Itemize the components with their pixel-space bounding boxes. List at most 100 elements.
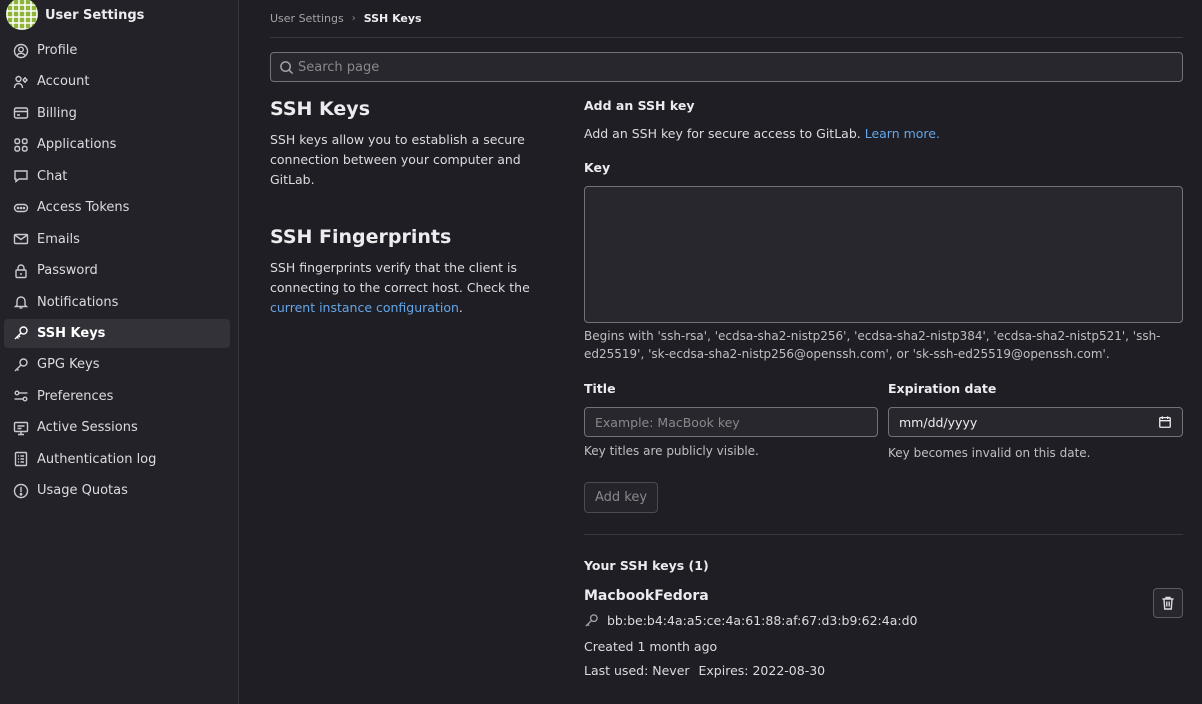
title-expiration-row: Title Example: MacBook key Key titles ar… (584, 381, 1183, 462)
add-key-column: Add an SSH key Add an SSH key for secure… (584, 98, 1183, 678)
log-icon (13, 451, 29, 467)
fingerprints-text-end: . (458, 300, 463, 315)
main-content: User Settings › SSH Keys SSH Keys SSH ke… (270, 0, 1183, 678)
intro-column: SSH Keys SSH keys allow you to establish… (270, 98, 530, 318)
title-help-text: Key titles are publicly visible. (584, 444, 759, 458)
search-input[interactable] (298, 59, 1098, 75)
key-usage-row: Last used: Never Expires: 2022-08-30 (584, 663, 1183, 678)
monitor-icon (13, 420, 29, 436)
key-expires: Expires: 2022-08-30 (698, 663, 826, 678)
key-textarea[interactable] (584, 186, 1183, 323)
sidebar-item-label: Active Sessions (37, 420, 138, 436)
fingerprints-block: SSH Fingerprints SSH fingerprints verify… (270, 226, 530, 318)
ssh-fingerprints-description: SSH fingerprints verify that the client … (270, 258, 530, 318)
add-key-description: Add an SSH key for secure access to GitL… (584, 126, 1183, 141)
trash-icon (1162, 596, 1174, 610)
sidebar-item-billing[interactable]: Billing (4, 99, 230, 128)
key-last-used: Last used: Never (584, 663, 690, 678)
breadcrumb-parent-link[interactable]: User Settings (270, 12, 344, 25)
sidebar-item-label: SSH Keys (37, 325, 106, 341)
profile-icon (13, 43, 29, 59)
key-fingerprint: bb:be:b4:4a:a5:ce:4a:61:88:af:67:d3:b9:6… (607, 613, 918, 628)
applications-icon (13, 137, 29, 153)
chevron-right-icon: › (351, 13, 356, 24)
key-icon (13, 357, 29, 373)
sidebar-item-emails[interactable]: Emails (4, 225, 230, 254)
title-input[interactable]: Example: MacBook key (584, 407, 878, 437)
sidebar-item-label: Password (37, 263, 98, 279)
sidebar-item-gpg-keys[interactable]: GPG Keys (4, 350, 230, 379)
add-key-button[interactable]: Add key (584, 482, 659, 513)
calendar-icon[interactable] (1158, 415, 1172, 429)
instance-configuration-link[interactable]: current instance configuration (270, 300, 459, 315)
key-title[interactable]: MacbookFedora (584, 588, 1183, 604)
account-icon (13, 74, 29, 90)
token-icon (13, 200, 29, 216)
divider (584, 534, 1183, 535)
quota-icon (13, 483, 29, 499)
key-icon (13, 325, 29, 341)
sidebar-item-ssh-keys[interactable]: SSH Keys (4, 318, 230, 348)
sidebar-title: User Settings (45, 7, 145, 23)
key-label: Key (584, 160, 611, 175)
ssh-keys-title: SSH Keys (270, 98, 371, 120)
sidebar-item-account[interactable]: Account (4, 67, 230, 96)
sidebar-item-preferences[interactable]: Preferences (4, 382, 230, 411)
expiration-group: Expiration date mm/dd/yyyy Key becomes i… (888, 381, 1183, 462)
expiration-date-input[interactable]: mm/dd/yyyy (888, 407, 1183, 437)
sidebar-item-applications[interactable]: Applications (4, 130, 230, 159)
expiration-help-text: Key becomes invalid on this date. (888, 446, 1091, 460)
settings-sidebar: User Settings Profile Account Billing Ap… (0, 0, 239, 704)
sidebar-item-label: Authentication log (37, 451, 157, 467)
your-keys-heading: Your SSH keys (1) (584, 558, 709, 573)
ssh-keys-description: SSH keys allow you to establish a secure… (270, 132, 525, 187)
add-key-desc-text: Add an SSH key for secure access to GitL… (584, 126, 865, 141)
sidebar-item-authentication-log[interactable]: Authentication log (4, 445, 230, 474)
sidebar-item-label: Account (37, 74, 90, 90)
sidebar-item-label: Usage Quotas (37, 483, 128, 499)
search-icon (280, 60, 294, 74)
expiration-label: Expiration date (888, 381, 997, 396)
sidebar-header: User Settings (0, 0, 238, 30)
mail-icon (13, 231, 29, 247)
key-created: Created 1 month ago (584, 639, 718, 654)
search-box[interactable] (270, 52, 1183, 82)
sidebar-item-label: Access Tokens (37, 200, 130, 216)
key-icon (585, 614, 598, 627)
sidebar-item-label: Emails (37, 231, 80, 247)
sidebar-item-notifications[interactable]: Notifications (4, 288, 230, 317)
key-help-text: Begins with 'ssh-rsa', 'ecdsa-sha2-nistp… (584, 329, 1161, 361)
sidebar-item-label: GPG Keys (37, 357, 100, 373)
sidebar-item-label: Applications (37, 137, 117, 153)
sidebar-item-label: Chat (37, 168, 68, 184)
ssh-key-item: MacbookFedora bb:be:b4:4a:a5:ce:4a:61:88… (584, 588, 1183, 678)
title-label: Title (584, 381, 616, 396)
sidebar-item-chat[interactable]: Chat (4, 162, 230, 191)
sidebar-item-label: Profile (37, 43, 78, 58)
breadcrumb: User Settings › SSH Keys (270, 0, 1183, 38)
bell-icon (13, 294, 29, 310)
preferences-icon (13, 388, 29, 404)
delete-key-button[interactable] (1153, 588, 1183, 618)
learn-more-link[interactable]: Learn more. (865, 126, 940, 141)
lock-icon (13, 263, 29, 279)
sidebar-nav: Profile Account Billing Applications Cha… (0, 36, 238, 505)
chat-icon (13, 168, 29, 184)
title-group: Title Example: MacBook key Key titles ar… (584, 381, 878, 462)
sidebar-item-password[interactable]: Password (4, 256, 230, 285)
expiration-date-value: mm/dd/yyyy (899, 414, 978, 430)
sidebar-item-label: Preferences (37, 388, 114, 404)
avatar[interactable] (6, 0, 38, 30)
key-fingerprint-row: bb:be:b4:4a:a5:ce:4a:61:88:af:67:d3:b9:6… (584, 613, 1183, 628)
ssh-fingerprints-title: SSH Fingerprints (270, 226, 452, 248)
sidebar-item-label: Notifications (37, 294, 119, 310)
sidebar-item-profile[interactable]: Profile (4, 36, 230, 65)
fingerprints-text: SSH fingerprints verify that the client … (270, 260, 530, 295)
sidebar-item-label: Billing (37, 105, 77, 121)
add-key-heading: Add an SSH key (584, 98, 695, 113)
billing-icon (13, 105, 29, 121)
sidebar-item-usage-quotas[interactable]: Usage Quotas (4, 476, 230, 505)
sidebar-item-active-sessions[interactable]: Active Sessions (4, 413, 230, 442)
sidebar-item-access-tokens[interactable]: Access Tokens (4, 193, 230, 222)
breadcrumb-current: SSH Keys (363, 12, 422, 25)
